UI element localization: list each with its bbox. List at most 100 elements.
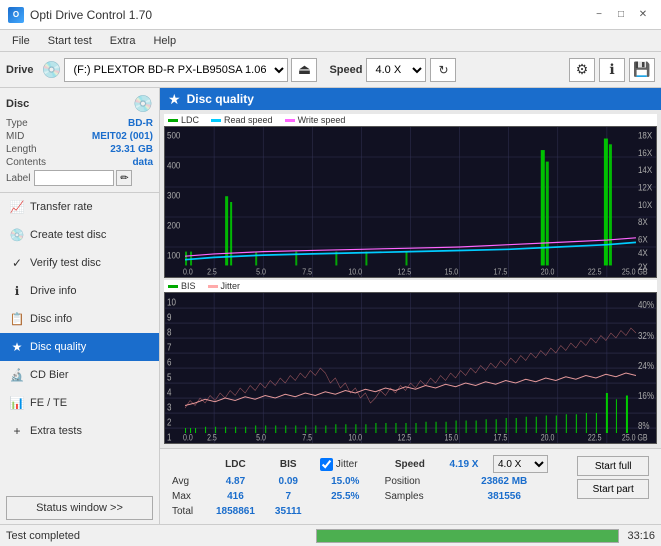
svg-text:10.0: 10.0 (348, 267, 362, 277)
jitter-checkbox[interactable] (320, 458, 333, 471)
settings-button[interactable]: ⚙ (569, 58, 595, 82)
save-button[interactable]: 💾 (629, 58, 655, 82)
legend-write-speed: Write speed (285, 115, 346, 125)
max-jitter: 25.5% (312, 490, 379, 503)
eject-button[interactable]: ⏏ (291, 58, 317, 82)
sidebar-item-extra-tests[interactable]: + Extra tests (0, 417, 159, 445)
total-ldc: 1858861 (206, 505, 264, 518)
speed-value: 4.19 X (441, 455, 487, 473)
sidebar-item-drive-info[interactable]: ℹ Drive info (0, 277, 159, 305)
minimize-button[interactable]: − (589, 6, 609, 24)
bottom-chart-wrapper: BIS Jitter (164, 280, 657, 444)
avg-bis: 0.09 (267, 475, 310, 488)
svg-text:16X: 16X (638, 147, 652, 158)
close-button[interactable]: ✕ (633, 6, 653, 24)
disc-info-icon: 📋 (10, 312, 24, 326)
content-area: ★ Disc quality LDC Read speed (160, 88, 661, 524)
sidebar-item-fe-te[interactable]: 📊 FE / TE (0, 389, 159, 417)
menu-extra[interactable]: Extra (102, 33, 144, 49)
disc-section-label: Disc (6, 98, 29, 110)
refresh-button[interactable]: ↻ (430, 58, 456, 82)
statusbar: Test completed 33:16 (0, 524, 661, 546)
speed-test-select[interactable]: 4.0 X (493, 455, 548, 473)
stats-area: LDC BIS Jitter Speed 4.19 X 4.0 X (160, 448, 661, 524)
drive-info-icon: ℹ (10, 284, 24, 298)
sidebar-item-disc-info[interactable]: 📋 Disc info (0, 305, 159, 333)
svg-text:200: 200 (167, 220, 181, 231)
position-value: 23862 MB (441, 475, 567, 488)
bis-color (168, 285, 178, 288)
label-input[interactable] (34, 170, 114, 186)
status-time: 33:16 (627, 530, 655, 542)
max-label: Max (168, 490, 204, 503)
svg-text:5.0: 5.0 (256, 267, 266, 277)
label-edit-button[interactable]: ✏ (116, 170, 132, 186)
contents-label: Contents (6, 157, 46, 168)
sidebar-item-transfer-rate[interactable]: 📈 Transfer rate (0, 193, 159, 221)
menu-help[interactable]: Help (145, 33, 184, 49)
svg-text:7: 7 (167, 342, 171, 353)
col-header-bis: BIS (267, 455, 310, 473)
sidebar-item-cd-bier[interactable]: 🔬 CD Bier (0, 361, 159, 389)
svg-text:25.0 GB: 25.0 GB (622, 267, 648, 277)
avg-jitter: 15.0% (312, 475, 379, 488)
svg-text:6X: 6X (638, 234, 648, 245)
jitter-checkbox-label[interactable]: Jitter (320, 458, 371, 471)
chart-title: Disc quality (187, 92, 254, 106)
length-value: 23.31 GB (110, 144, 153, 155)
svg-text:12X: 12X (638, 182, 652, 193)
max-ldc: 416 (206, 490, 264, 503)
svg-text:14X: 14X (638, 165, 652, 176)
progress-bar (317, 530, 619, 542)
app-icon: O (8, 7, 24, 23)
create-test-icon: 💿 (10, 228, 24, 242)
app-title: Opti Drive Control 1.70 (30, 8, 152, 22)
maximize-button[interactable]: □ (611, 6, 631, 24)
menubar: File Start test Extra Help (0, 30, 661, 52)
speed-label: Speed (329, 64, 362, 76)
svg-text:18X: 18X (638, 130, 652, 141)
menu-starttest[interactable]: Start test (40, 33, 100, 49)
start-full-button[interactable]: Start full (577, 456, 649, 476)
speed-select[interactable]: 4.0 X (366, 58, 426, 82)
svg-text:7.5: 7.5 (302, 433, 312, 443)
status-text: Test completed (6, 530, 308, 542)
svg-text:12.5: 12.5 (397, 433, 411, 443)
nav-list: 📈 Transfer rate 💿 Create test disc ✓ Ver… (0, 193, 159, 445)
length-label: Length (6, 144, 37, 155)
mid-label: MID (6, 131, 24, 142)
drive-select[interactable]: (F:) PLEXTOR BD-R PX-LB950SA 1.06 (64, 58, 288, 82)
info-button[interactable]: ℹ (599, 58, 625, 82)
svg-text:100: 100 (167, 250, 181, 261)
stats-table: LDC BIS Jitter Speed 4.19 X 4.0 X (166, 453, 655, 520)
svg-text:22.5: 22.5 (588, 433, 602, 443)
svg-text:10X: 10X (638, 199, 652, 210)
legend-ldc: LDC (168, 115, 199, 125)
status-window-button[interactable]: Status window >> (6, 496, 153, 520)
svg-text:8X: 8X (638, 217, 648, 228)
total-label: Total (168, 505, 204, 518)
svg-text:15.0: 15.0 (445, 433, 459, 443)
progress-bar-container (316, 529, 620, 543)
start-part-button[interactable]: Start part (577, 479, 649, 499)
max-bis: 7 (267, 490, 310, 503)
label-label: Label (6, 173, 30, 184)
svg-text:20.0: 20.0 (541, 267, 555, 277)
titlebar: O Opti Drive Control 1.70 − □ ✕ (0, 0, 661, 30)
svg-text:2: 2 (167, 417, 171, 428)
charts-area: LDC Read speed Write speed (160, 110, 661, 448)
svg-text:40%: 40% (638, 299, 654, 310)
disc-panel: Disc 💿 Type BD-R MID MEIT02 (001) Length… (0, 88, 159, 193)
type-value: BD-R (128, 118, 153, 129)
svg-text:5.0: 5.0 (256, 433, 266, 443)
sidebar-item-create-test-disc[interactable]: 💿 Create test disc (0, 221, 159, 249)
sidebar-item-disc-quality[interactable]: ★ Disc quality (0, 333, 159, 361)
sidebar-item-verify-test-disc[interactable]: ✓ Verify test disc (0, 249, 159, 277)
verify-test-icon: ✓ (10, 256, 24, 270)
samples-value: 381556 (441, 490, 567, 503)
fe-te-icon: 📊 (10, 396, 24, 410)
svg-text:7.5: 7.5 (302, 267, 312, 277)
bottom-chart: 10 9 8 7 6 5 4 3 2 1 40% 32% 24% (164, 292, 657, 444)
menu-file[interactable]: File (4, 33, 38, 49)
svg-text:9: 9 (167, 312, 171, 323)
